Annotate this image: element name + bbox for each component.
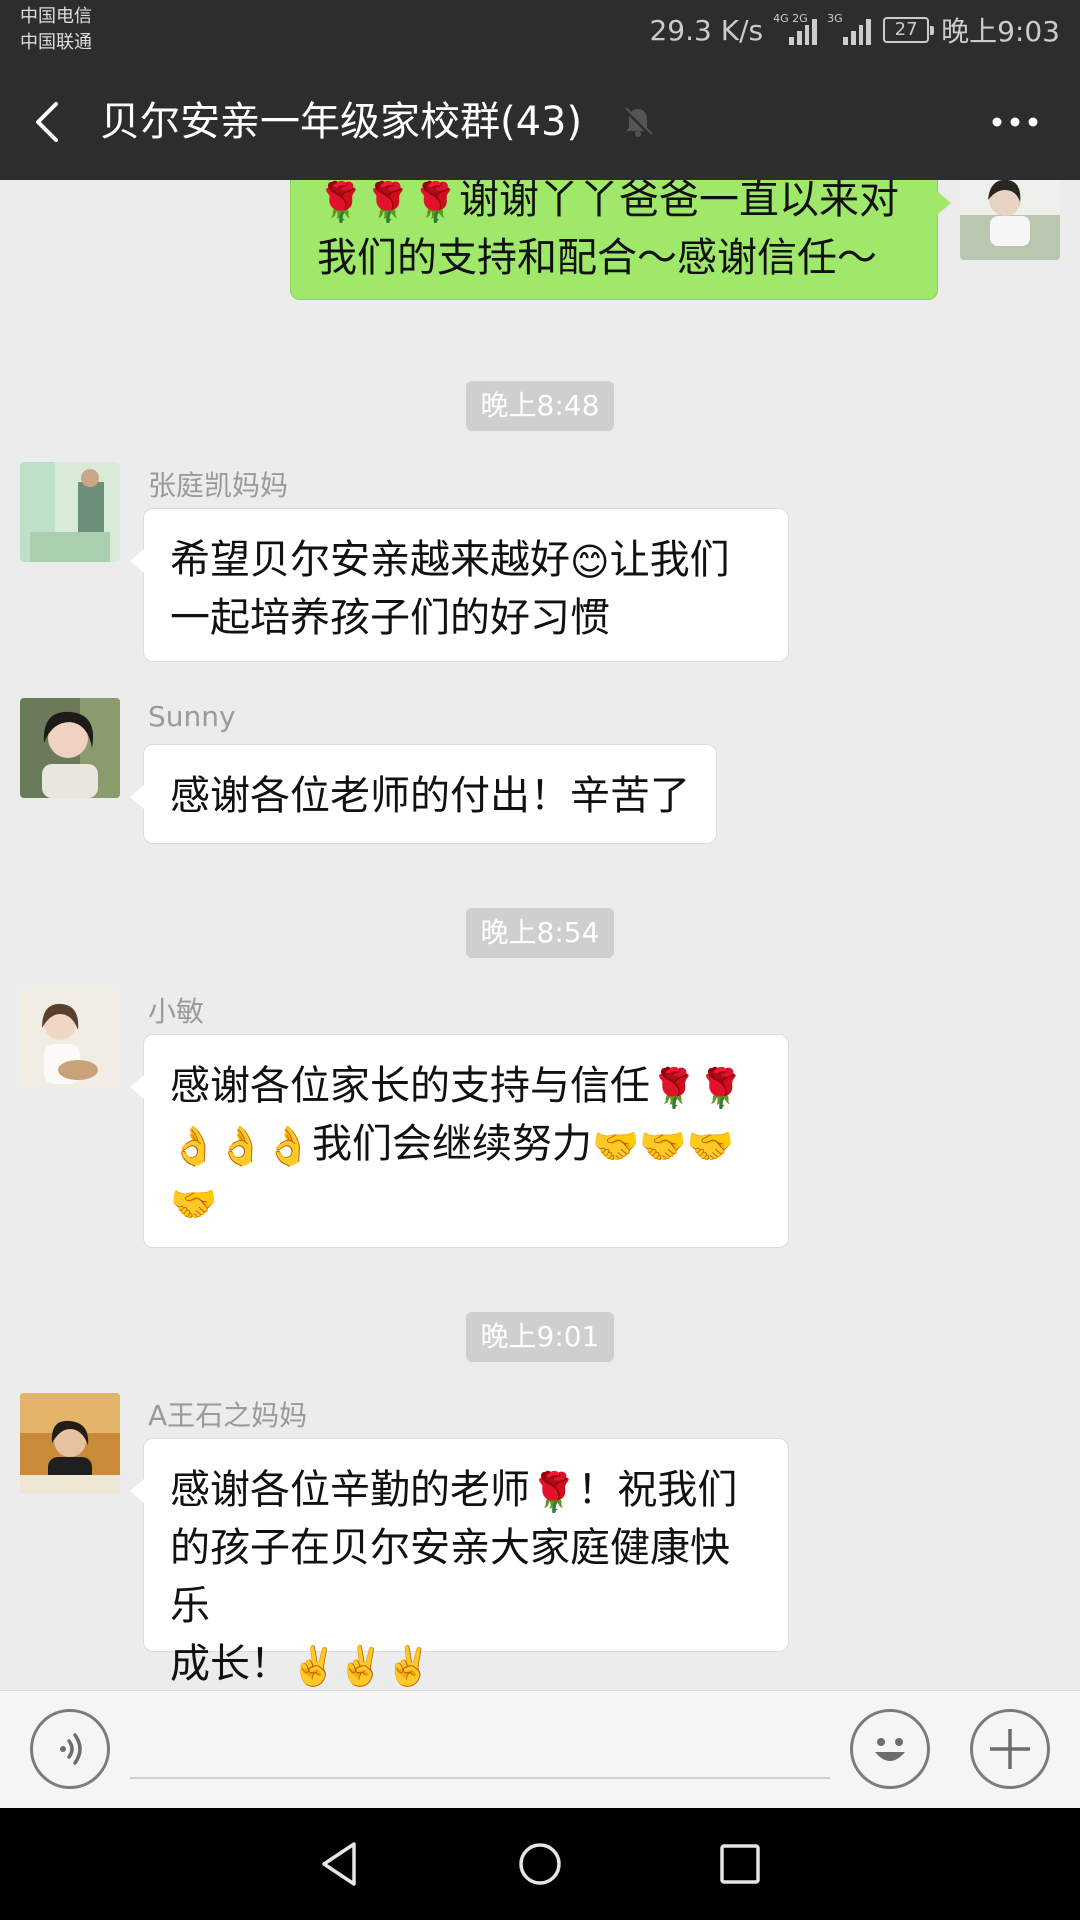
hand-icon: 👌 — [217, 1124, 265, 1168]
message-line: 的孩子在贝尔安亲大家庭健康快乐 — [170, 1525, 730, 1629]
rose-icon: 🌹 — [411, 180, 459, 224]
victory-hand-icon: ✌️ — [384, 1644, 432, 1688]
message-bubble[interactable]: 感谢各位辛勤的老师🌹！祝我们 的孩子在贝尔安亲大家庭健康快乐 成长！✌️✌️✌️ — [130, 1438, 789, 1687]
carrier-2: 中国联通 — [20, 32, 92, 53]
avatar[interactable] — [20, 1393, 120, 1493]
carrier-1: 中国电信 — [20, 6, 92, 27]
handshake-icon: 🤝 — [686, 1124, 734, 1168]
message-text: 我们会继续努力 — [311, 1121, 592, 1167]
status-indicators: 29.3 K/s 4G 2G 3G 27 晚上9:03 — [649, 10, 1060, 50]
message-bubble[interactable]: 感谢各位家长的支持与信任🌹🌹 👌👌👌我们会继续努力🤝🤝🤝 🤝 — [130, 1034, 789, 1248]
sender-name: 张庭凯妈妈 — [148, 469, 289, 502]
nav-home-button[interactable] — [510, 1834, 570, 1894]
victory-hand-icon: ✌️ — [337, 1644, 385, 1688]
timestamp: 晚上8:54 — [466, 908, 614, 958]
chat-title: 贝尔安亲一年级家校群(43) — [100, 99, 583, 145]
timestamp: 晚上9:01 — [466, 1312, 614, 1362]
more-button[interactable] — [980, 92, 1050, 152]
message-bubble[interactable]: 希望贝尔安亲越来越好😊让我们 一起培养孩子们的好习惯 — [130, 508, 789, 662]
message-text: 谢谢丫丫爸爸一直以来对 — [458, 180, 899, 223]
message-line: 👌👌👌我们会继续努力🤝🤝🤝 — [170, 1115, 762, 1173]
hand-icon: 👌 — [170, 1124, 218, 1168]
handshake-icon: 🤝 — [170, 1182, 218, 1226]
plus-icon — [990, 1729, 1030, 1769]
chat-area[interactable]: 🌹🌹🌹谢谢丫丫爸爸一直以来对 我们的支持和配合～感谢信任～ 晚上8:48 张庭凯… — [0, 180, 1080, 1690]
message-bubble-mine[interactable]: 🌹🌹🌹谢谢丫丫爸爸一直以来对 我们的支持和配合～感谢信任～ — [290, 180, 951, 300]
square-recents-icon — [720, 1844, 760, 1884]
message-line: 感谢各位辛勤的老师🌹！祝我们 — [170, 1461, 762, 1519]
message-line: 感谢各位老师的付出！辛苦了 — [170, 773, 690, 819]
sender-name: Sunny — [148, 700, 236, 733]
carrier-info: 中国电信 中国联通 — [20, 4, 92, 56]
timestamp: 晚上8:48 — [466, 381, 614, 431]
message-line: 我们的支持和配合～感谢信任～ — [317, 235, 877, 281]
rose-icon: 🌹 — [364, 180, 412, 224]
network-speed: 29.3 K/s — [649, 13, 764, 47]
nav-recents-button[interactable] — [710, 1834, 770, 1894]
message-line: 一起培养孩子们的好习惯 — [170, 595, 610, 641]
title-bar: 贝尔安亲一年级家校群(43) — [0, 62, 1080, 180]
circle-home-icon — [519, 1843, 561, 1885]
message-text: 感谢各位辛勤的老师 — [170, 1467, 530, 1513]
back-button[interactable] — [20, 92, 80, 152]
more-functions-button[interactable] — [970, 1709, 1050, 1789]
triangle-back-icon — [322, 1842, 356, 1886]
message-text: 成长！ — [170, 1641, 290, 1687]
message-line: 🌹🌹🌹谢谢丫丫爸爸一直以来对 — [317, 180, 911, 229]
message-line: 希望贝尔安亲越来越好😊让我们 — [170, 531, 762, 589]
message-line: 感谢各位家长的支持与信任🌹🌹 — [170, 1057, 762, 1115]
message-line: 成长！✌️✌️✌️ — [170, 1635, 762, 1690]
message-input[interactable] — [130, 1721, 830, 1779]
rose-icon: 🌹 — [530, 1470, 578, 1514]
muted-bell-icon — [620, 104, 656, 140]
back-arrow-icon — [36, 102, 58, 142]
message-text: 让我们 — [609, 537, 730, 583]
voice-icon — [60, 1733, 82, 1765]
signal-icon: 3G — [827, 13, 872, 45]
voice-button[interactable] — [30, 1709, 110, 1789]
message-text: 感谢各位家长的支持与信任 — [170, 1063, 650, 1109]
handshake-icon: 🤝 — [639, 1124, 687, 1168]
signal-icon: 4G 2G — [773, 13, 818, 45]
battery-icon: 27 — [883, 17, 935, 43]
message-text: 希望贝尔安亲越来越好 — [170, 537, 570, 583]
smile-emoji-icon: 😊 — [570, 540, 610, 584]
input-bar — [0, 1690, 1080, 1808]
sender-name: A王石之妈妈 — [148, 1399, 308, 1432]
message-text: ！祝我们 — [577, 1467, 738, 1513]
my-avatar[interactable] — [960, 180, 1060, 260]
message-line: 🤝 — [170, 1173, 762, 1231]
rose-icon: 🌹 — [697, 1066, 745, 1110]
avatar[interactable] — [20, 462, 120, 562]
more-dots-icon — [992, 117, 1038, 127]
hand-icon: 👌 — [264, 1124, 312, 1168]
rose-icon: 🌹 — [650, 1066, 698, 1110]
victory-hand-icon: ✌️ — [290, 1644, 338, 1688]
nav-back-button[interactable] — [310, 1834, 370, 1894]
message-bubble[interactable]: 感谢各位老师的付出！辛苦了 — [130, 744, 717, 844]
status-time: 晚上9:03 — [941, 15, 1060, 48]
rose-icon: 🌹 — [317, 180, 365, 224]
top-bar: 中国电信 中国联通 29.3 K/s 4G 2G 3G 27 晚上9:03 贝尔… — [0, 0, 1080, 180]
navigation-bar — [0, 1808, 1080, 1920]
emoji-button[interactable] — [850, 1709, 930, 1789]
avatar[interactable] — [20, 988, 120, 1088]
sender-name: 小敏 — [148, 995, 205, 1028]
status-bar: 中国电信 中国联通 29.3 K/s 4G 2G 3G 27 晚上9:03 — [0, 0, 1080, 62]
handshake-icon: 🤝 — [591, 1124, 640, 1168]
emoji-icon — [875, 1738, 905, 1761]
avatar[interactable] — [20, 698, 120, 798]
